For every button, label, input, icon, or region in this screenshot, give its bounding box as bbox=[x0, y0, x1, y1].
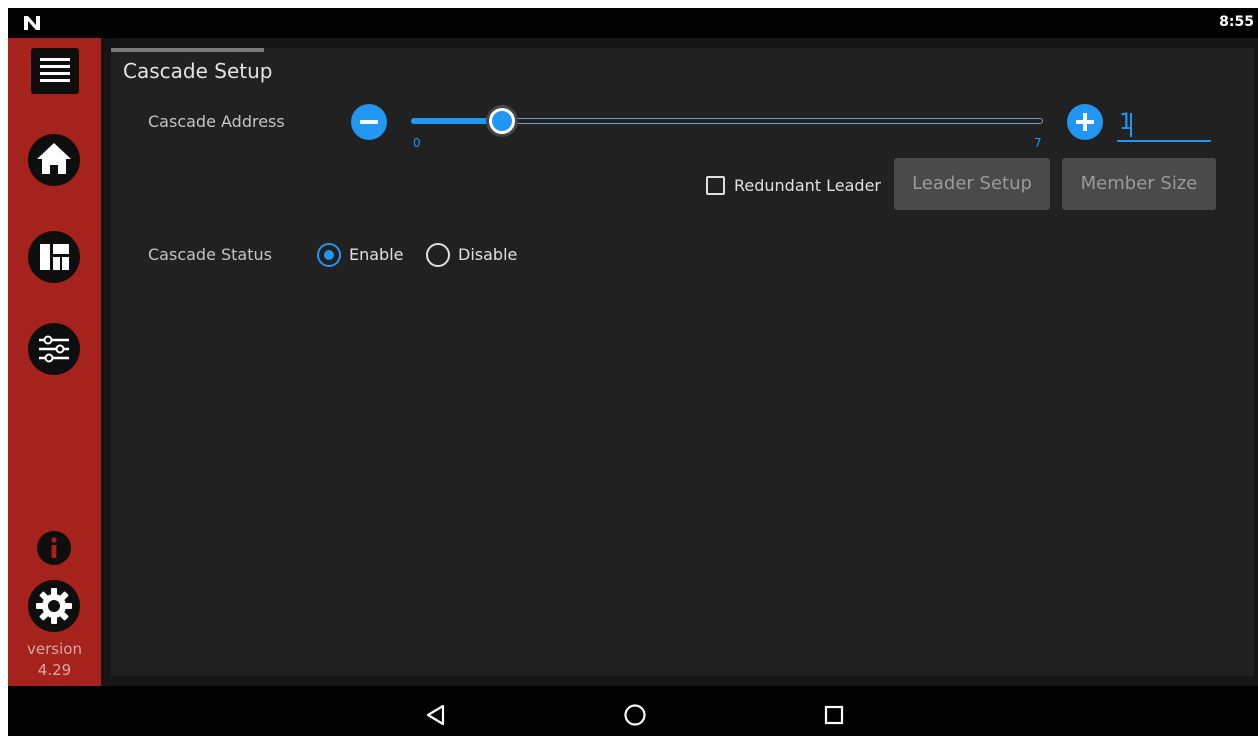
redundant-leader-checkbox[interactable] bbox=[706, 176, 725, 195]
sidebar: version 4.29 bbox=[8, 38, 101, 686]
sliders-icon[interactable] bbox=[27, 322, 81, 376]
status-bar: 8:55 bbox=[8, 8, 1258, 38]
version-label: version bbox=[27, 640, 82, 658]
clock: 8:55 bbox=[1219, 14, 1254, 30]
leader-setup-button[interactable]: Leader Setup bbox=[894, 158, 1050, 210]
disable-radio[interactable] bbox=[426, 243, 450, 267]
version-number: 4.29 bbox=[37, 661, 72, 679]
cascade-address-label: Cascade Address bbox=[148, 112, 285, 131]
member-size-button[interactable]: Member Size bbox=[1062, 158, 1216, 210]
slider-max-label: 7 bbox=[1034, 136, 1042, 150]
info-icon[interactable] bbox=[36, 530, 72, 566]
recents-icon[interactable] bbox=[822, 703, 846, 727]
dashboard-icon[interactable] bbox=[27, 230, 81, 284]
enable-radio[interactable] bbox=[317, 243, 341, 267]
text-caret bbox=[1130, 113, 1132, 137]
home-icon[interactable] bbox=[27, 133, 81, 187]
version-info: version 4.29 bbox=[8, 639, 101, 681]
redundant-leader-label: Redundant Leader bbox=[734, 176, 881, 195]
home-circle-icon[interactable] bbox=[623, 703, 647, 727]
n-logo-icon bbox=[24, 16, 40, 30]
page-title: Cascade Setup bbox=[123, 59, 273, 83]
cascade-address-input[interactable]: 1 bbox=[1117, 108, 1211, 142]
decrement-button[interactable] bbox=[351, 104, 387, 140]
navigation-bar bbox=[8, 686, 1258, 736]
tab-indicator bbox=[111, 48, 264, 52]
disable-label: Disable bbox=[458, 245, 518, 264]
radio-selected-dot bbox=[324, 250, 334, 260]
increment-button[interactable] bbox=[1067, 104, 1103, 140]
menu-button[interactable] bbox=[31, 48, 79, 94]
slider-min-label: 0 bbox=[413, 136, 421, 150]
cascade-address-slider[interactable] bbox=[411, 106, 1043, 136]
cascade-status-label: Cascade Status bbox=[148, 245, 272, 264]
gear-icon[interactable] bbox=[27, 579, 81, 633]
slider-thumb[interactable] bbox=[489, 108, 515, 134]
main-panel: Cascade Setup Cascade Address 0 7 1 Redu… bbox=[111, 48, 1254, 676]
back-icon[interactable] bbox=[424, 703, 448, 727]
enable-label: Enable bbox=[349, 245, 404, 264]
